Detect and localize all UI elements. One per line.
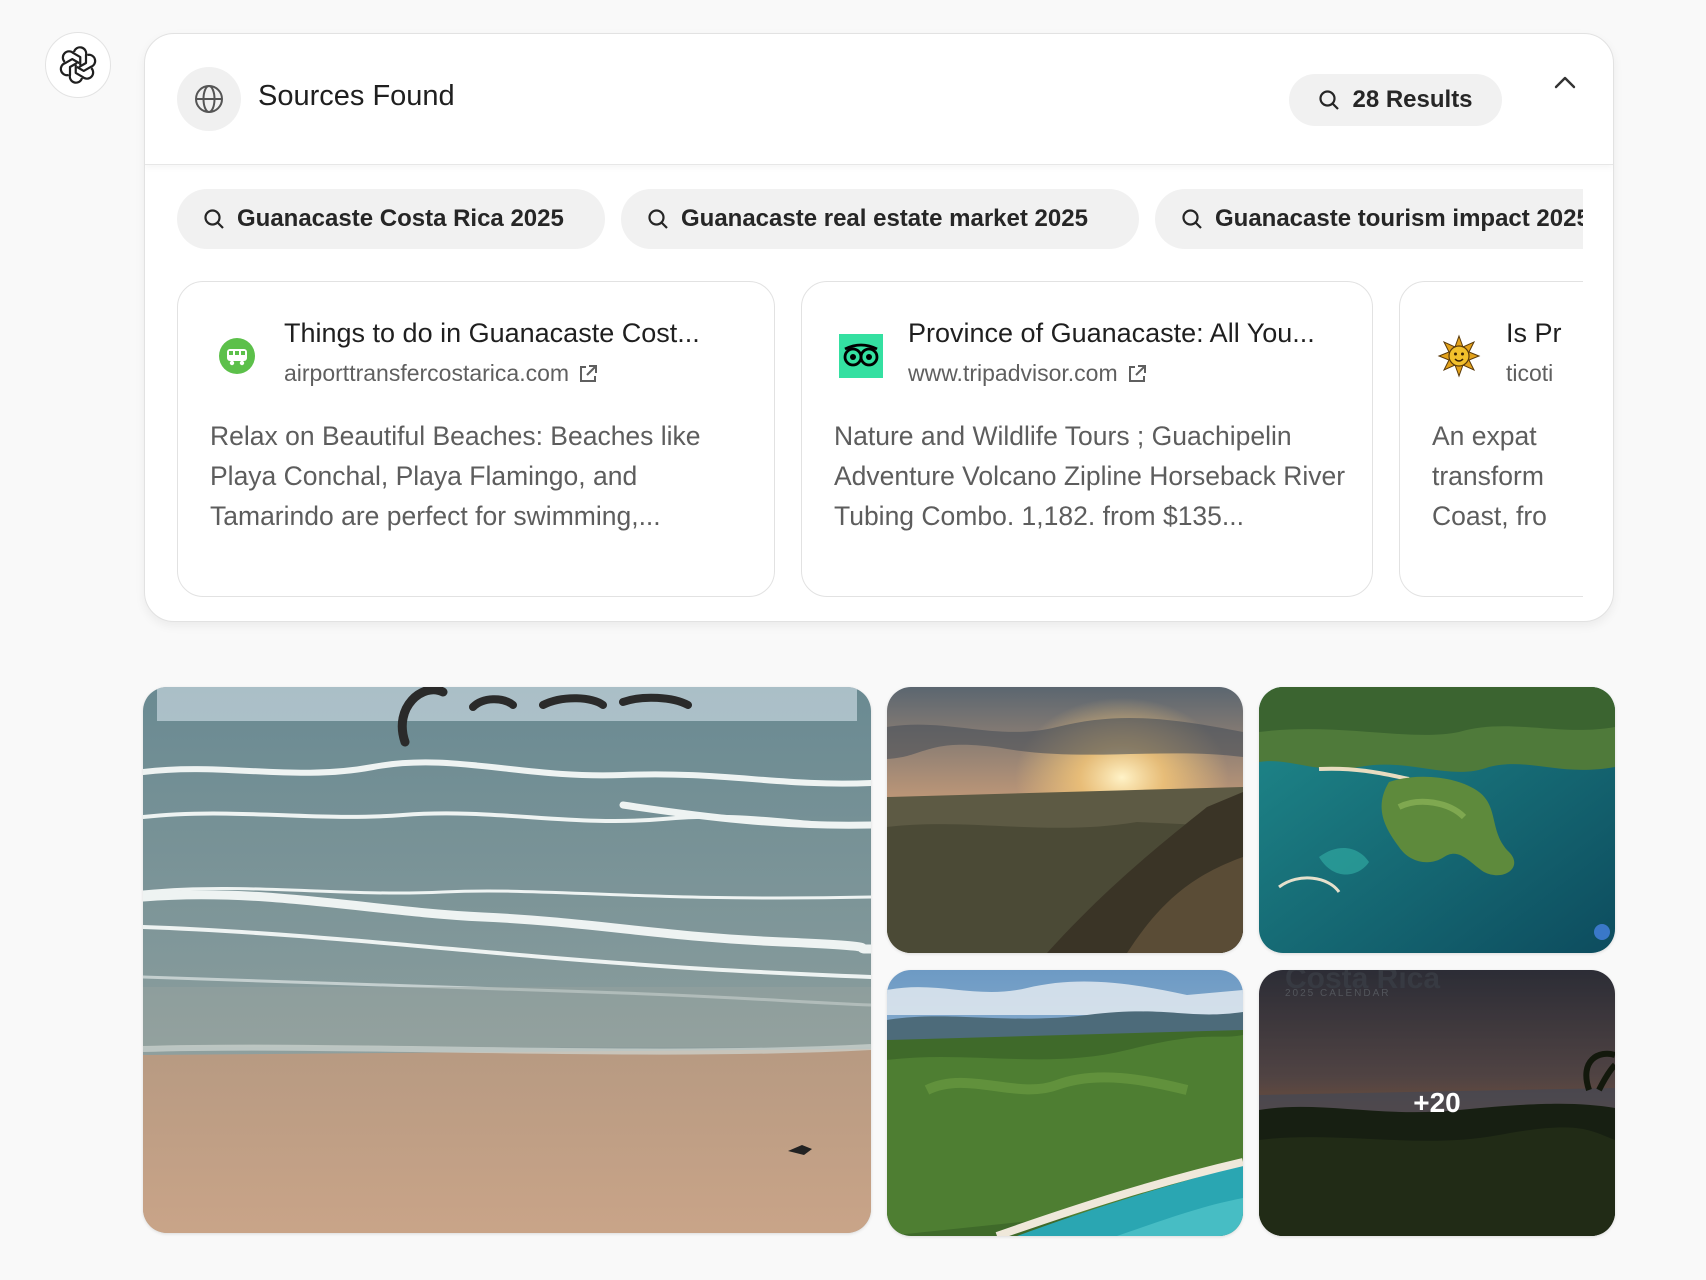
- external-link-icon: [1128, 364, 1146, 382]
- favicon: [1433, 316, 1485, 396]
- source-domain-label: www.tripadvisor.com: [908, 360, 1118, 386]
- globe-badge: [177, 67, 241, 131]
- sunset-valley-photo[interactable]: [887, 687, 1243, 953]
- external-link-icon: [580, 364, 598, 382]
- results-count-button[interactable]: 28 Results: [1289, 74, 1502, 126]
- search-icon: [648, 209, 668, 229]
- favicon: [211, 316, 263, 396]
- panel-title: Sources Found: [258, 80, 455, 112]
- more-images-tile[interactable]: Costa Rica 2025 CALENDAR +20: [1259, 970, 1615, 1236]
- source-domain[interactable]: www.tripadvisor.com: [908, 360, 1148, 387]
- source-snippet: Nature and Wildlife Tours ; Guachipelin …: [834, 421, 1346, 531]
- query-chip[interactable]: Guanacaste Costa Rica 2025: [177, 189, 605, 249]
- favicon: [835, 316, 887, 396]
- jungle-beach-photo[interactable]: [887, 970, 1243, 1236]
- source-card[interactable]: Things to do in Guanacaste Cost... airpo…: [177, 281, 775, 597]
- openai-logo-icon: [59, 46, 97, 84]
- query-chip[interactable]: Guanacaste real estate market 2025: [621, 189, 1139, 249]
- sources-header[interactable]: Sources Found 28 Results: [145, 34, 1613, 165]
- globe-icon: [195, 85, 223, 113]
- source-snippet: Relax on Beautiful Beaches: Beaches like…: [210, 421, 701, 531]
- results-count-label: 28 Results: [1352, 86, 1473, 113]
- query-label: Guanacaste real estate market 2025: [681, 205, 1088, 232]
- search-icon: [1182, 209, 1202, 229]
- query-chip[interactable]: Guanacaste tourism impact 2025: [1155, 189, 1583, 249]
- source-card[interactable]: Is Pr ticoti An expat transform Coast, f…: [1399, 281, 1583, 597]
- sun-face-icon: [1437, 334, 1481, 378]
- search-icon: [204, 209, 224, 229]
- source-domain[interactable]: airporttransfercostarica.com: [284, 360, 599, 387]
- aerial-coast-photo[interactable]: [1259, 687, 1615, 953]
- source-card[interactable]: Province of Guanacaste: All You... www.t…: [801, 281, 1373, 597]
- source-domain-label: ticoti: [1506, 360, 1554, 386]
- beach-photo[interactable]: [143, 687, 871, 1233]
- source-title[interactable]: Is Pr: [1506, 318, 1583, 349]
- source-title[interactable]: Province of Guanacaste: All You...: [908, 318, 1388, 349]
- source-cards-row: Things to do in Guanacaste Cost... airpo…: [177, 281, 1583, 597]
- source-domain[interactable]: ticoti: [1506, 360, 1553, 387]
- search-icon: [1319, 90, 1340, 110]
- query-label: Guanacaste tourism impact 2025: [1215, 205, 1583, 232]
- search-queries-row: Guanacaste Costa Rica 2025 Guanacaste re…: [177, 189, 1583, 251]
- assistant-avatar: [45, 32, 111, 98]
- sources-panel: Sources Found 28 Results Guanacaste Cost…: [144, 33, 1614, 622]
- source-snippet: An expat transform Coast, fro: [1432, 421, 1547, 531]
- collapse-button[interactable]: [1545, 62, 1585, 102]
- source-title[interactable]: Things to do in Guanacaste Cost...: [284, 318, 764, 349]
- query-label: Guanacaste Costa Rica 2025: [237, 205, 564, 232]
- source-domain-label: airporttransfercostarica.com: [284, 360, 570, 386]
- shuttle-van-icon: [219, 338, 255, 374]
- owl-eyes-icon: [839, 334, 883, 378]
- chevron-up-icon: [1554, 76, 1576, 89]
- more-images-count: +20: [1259, 970, 1615, 1236]
